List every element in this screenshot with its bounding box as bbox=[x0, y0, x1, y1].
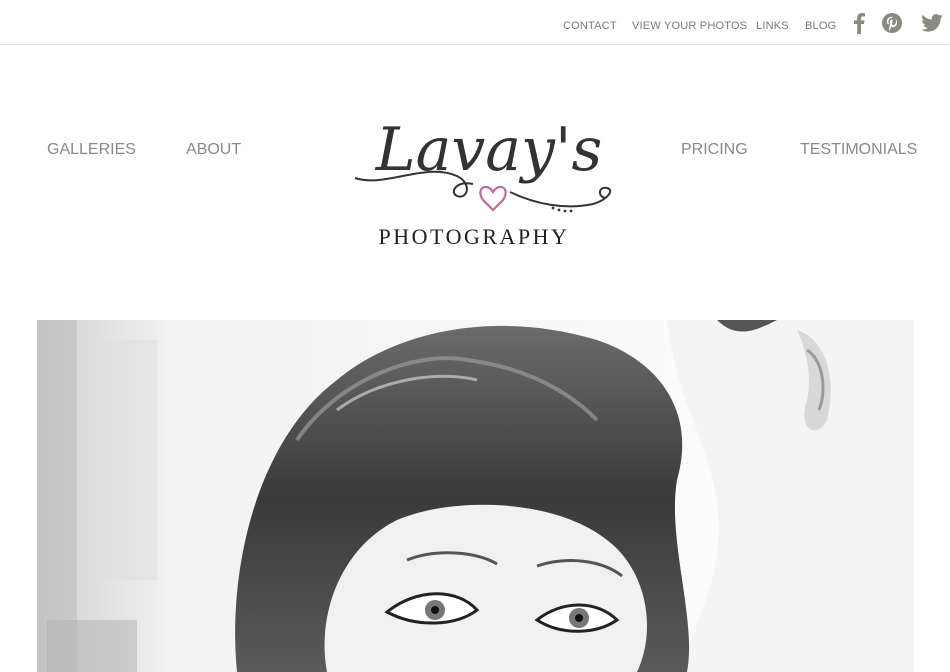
nav-about[interactable]: ABOUT bbox=[186, 141, 241, 159]
twitter-icon[interactable] bbox=[921, 11, 943, 35]
contact-link[interactable]: CONTACT bbox=[563, 20, 617, 32]
heart-icon bbox=[479, 185, 507, 212]
pinterest-icon[interactable] bbox=[881, 11, 903, 35]
nav-pricing[interactable]: PRICING bbox=[681, 141, 748, 159]
nav-galleries[interactable]: GALLERIES bbox=[47, 141, 136, 159]
top-bar: CONTACT VIEW YOUR PHOTOS LINKS BLOG bbox=[0, 0, 950, 45]
utility-nav: CONTACT VIEW YOUR PHOTOS LINKS BLOG bbox=[0, 20, 950, 36]
logo-subtitle: PHOTOGRAPHY bbox=[379, 224, 570, 249]
page: CONTACT VIEW YOUR PHOTOS LINKS BLOG GALL… bbox=[0, 0, 950, 672]
hero-photo bbox=[37, 320, 914, 672]
nav-testimonials[interactable]: TESTIMONIALS bbox=[800, 141, 917, 159]
blog-link[interactable]: BLOG bbox=[805, 20, 836, 32]
logo[interactable]: Lavay's PHOTOGRAPHY bbox=[345, 92, 630, 252]
links-link[interactable]: LINKS bbox=[756, 20, 789, 32]
facebook-icon[interactable] bbox=[848, 11, 870, 35]
view-your-photos-link[interactable]: VIEW YOUR PHOTOS bbox=[632, 20, 747, 32]
